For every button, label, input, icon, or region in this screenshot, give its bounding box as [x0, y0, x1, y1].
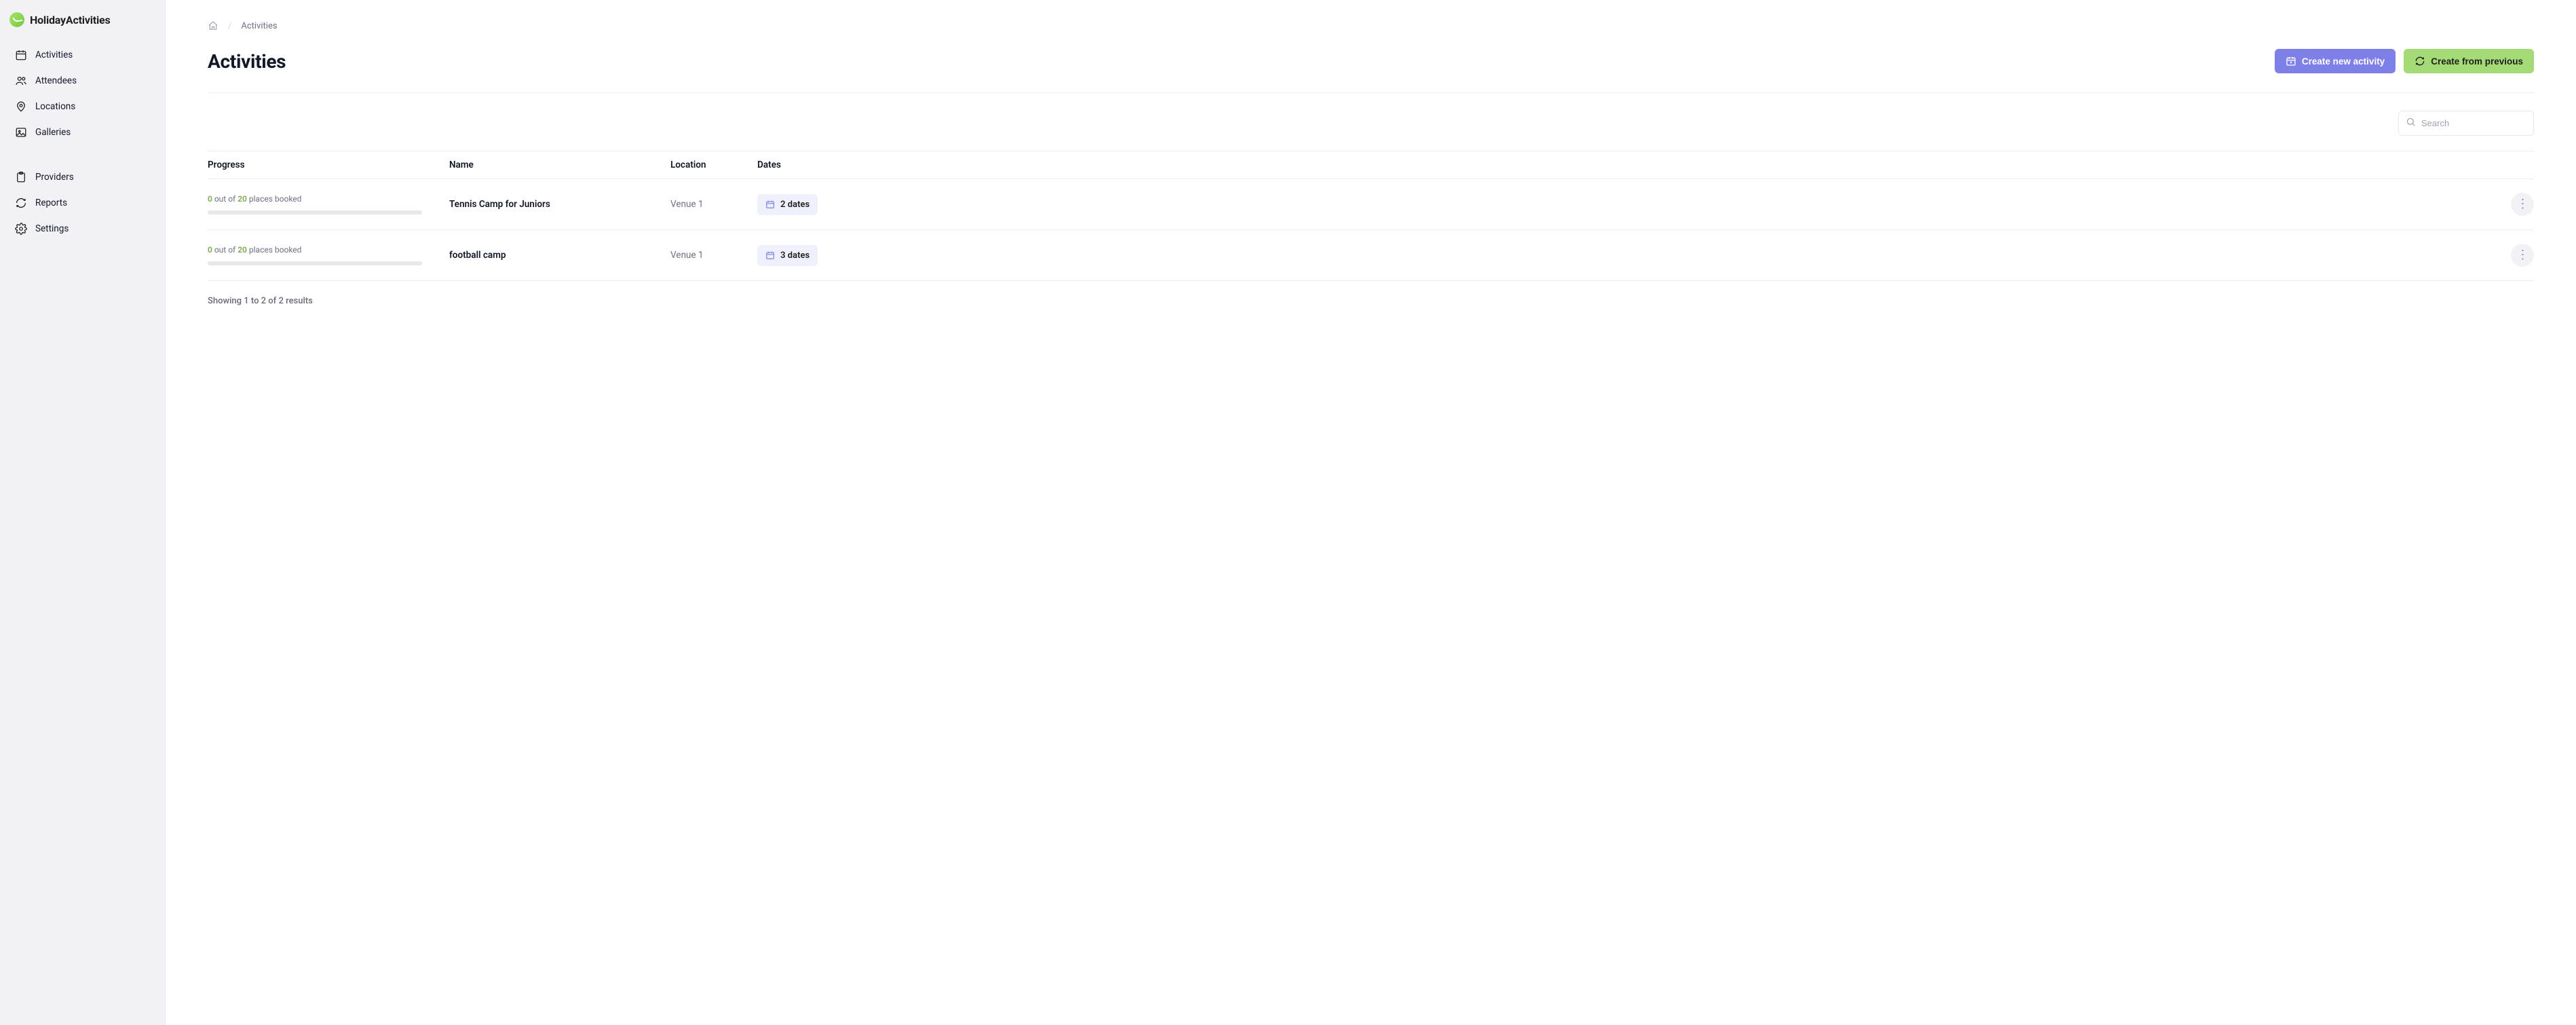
column-header-progress: Progress — [208, 160, 449, 170]
dates-pill[interactable]: 3 dates — [757, 245, 818, 266]
nav-group-secondary: Providers Reports Settings — [10, 164, 155, 242]
more-vertical-icon: ⋮ — [2517, 198, 2528, 210]
brand-name: HolidayActivities — [30, 14, 110, 26]
sidebar-item-label: Locations — [35, 101, 75, 112]
progress-text: 0 out of 20 places booked — [208, 194, 422, 204]
brand[interactable]: HolidayActivities — [10, 12, 155, 42]
clipboard-icon — [15, 171, 27, 183]
more-vertical-icon: ⋮ — [2517, 249, 2528, 261]
column-header-dates: Dates — [757, 160, 2500, 170]
breadcrumb: / Activities — [208, 20, 2534, 31]
activity-location: Venue 1 — [670, 250, 757, 261]
dates-cell: 3 dates — [757, 245, 2500, 266]
progress-bar — [208, 261, 422, 265]
activity-name[interactable]: Tennis Camp for Juniors — [449, 199, 670, 210]
search-input[interactable] — [2421, 118, 2526, 128]
progress-cell: 0 out of 20 places booked — [208, 194, 449, 215]
create-from-previous-button[interactable]: Create from previous — [2404, 49, 2534, 73]
location-pin-icon — [15, 100, 27, 113]
row-actions-menu-button[interactable]: ⋮ — [2511, 193, 2534, 216]
progress-capacity: 20 — [238, 194, 247, 204]
activity-location: Venue 1 — [670, 199, 757, 210]
results-summary: Showing 1 to 2 of 2 results — [208, 281, 2534, 321]
progress-between: out of — [212, 245, 238, 255]
button-label: Create new activity — [2302, 56, 2385, 67]
sidebar-item-label: Reports — [35, 198, 67, 208]
divider — [208, 92, 2534, 93]
progress-cell: 0 out of 20 places booked — [208, 245, 449, 265]
header-actions: Create new activity Create from previous — [2275, 49, 2534, 73]
users-icon — [15, 75, 27, 87]
button-label: Create from previous — [2431, 56, 2523, 67]
search-input-wrapper[interactable] — [2398, 111, 2534, 136]
progress-suffix: places booked — [247, 245, 302, 255]
sidebar-item-label: Providers — [35, 172, 74, 183]
breadcrumb-current: Activities — [241, 21, 277, 31]
breadcrumb-separator: / — [228, 21, 231, 31]
table-toolbar — [208, 111, 2534, 136]
sidebar-item-providers[interactable]: Providers — [10, 164, 155, 190]
home-icon[interactable] — [208, 20, 219, 31]
sidebar-item-settings[interactable]: Settings — [10, 216, 155, 242]
column-header-location: Location — [670, 160, 757, 170]
table-row: 0 out of 20 places booked Tennis Camp fo… — [208, 179, 2534, 230]
progress-booked: 0 — [208, 194, 212, 204]
sidebar-item-label: Settings — [35, 223, 69, 234]
calendar-icon — [15, 49, 27, 61]
activity-name[interactable]: football camp — [449, 250, 670, 261]
activities-table: Progress Name Location Dates 0 out of 20… — [208, 151, 2534, 281]
calendar-plus-icon — [2286, 56, 2296, 67]
table-row: 0 out of 20 places booked football camp … — [208, 230, 2534, 281]
progress-capacity: 20 — [238, 245, 247, 255]
sidebar-item-locations[interactable]: Locations — [10, 94, 155, 119]
dates-label: 2 dates — [780, 200, 810, 210]
progress-suffix: places booked — [247, 194, 302, 204]
sidebar-item-label: Activities — [35, 50, 73, 60]
calendar-icon — [765, 250, 775, 260]
image-icon — [15, 126, 27, 138]
sidebar-item-label: Attendees — [35, 75, 77, 86]
brand-logo-icon — [10, 12, 24, 27]
column-header-name: Name — [449, 160, 670, 170]
refresh-icon — [15, 197, 27, 209]
sidebar-item-label: Galleries — [35, 127, 71, 138]
nav-group-primary: Activities Attendees Locations Galleries — [10, 42, 155, 145]
search-icon — [2406, 117, 2416, 130]
main-content: / Activities Activities Create new activ… — [166, 0, 2576, 1025]
calendar-icon — [765, 200, 775, 209]
dates-pill[interactable]: 2 dates — [757, 194, 818, 215]
sidebar: HolidayActivities Activities Attendees L… — [0, 0, 166, 1025]
sidebar-item-activities[interactable]: Activities — [10, 42, 155, 68]
dates-cell: 2 dates — [757, 194, 2500, 215]
table-header: Progress Name Location Dates — [208, 151, 2534, 179]
progress-text: 0 out of 20 places booked — [208, 245, 422, 255]
progress-bar — [208, 210, 422, 215]
gear-icon — [15, 223, 27, 235]
dates-label: 3 dates — [780, 250, 810, 261]
sidebar-item-attendees[interactable]: Attendees — [10, 68, 155, 94]
sidebar-item-reports[interactable]: Reports — [10, 190, 155, 216]
page-title: Activities — [208, 50, 286, 73]
refresh-icon — [2414, 56, 2425, 67]
page-header: Activities Create new activity Create fr… — [208, 49, 2534, 73]
row-actions-menu-button[interactable]: ⋮ — [2511, 244, 2534, 267]
create-new-activity-button[interactable]: Create new activity — [2275, 49, 2395, 73]
progress-booked: 0 — [208, 245, 212, 255]
progress-between: out of — [212, 194, 238, 204]
sidebar-item-galleries[interactable]: Galleries — [10, 119, 155, 145]
